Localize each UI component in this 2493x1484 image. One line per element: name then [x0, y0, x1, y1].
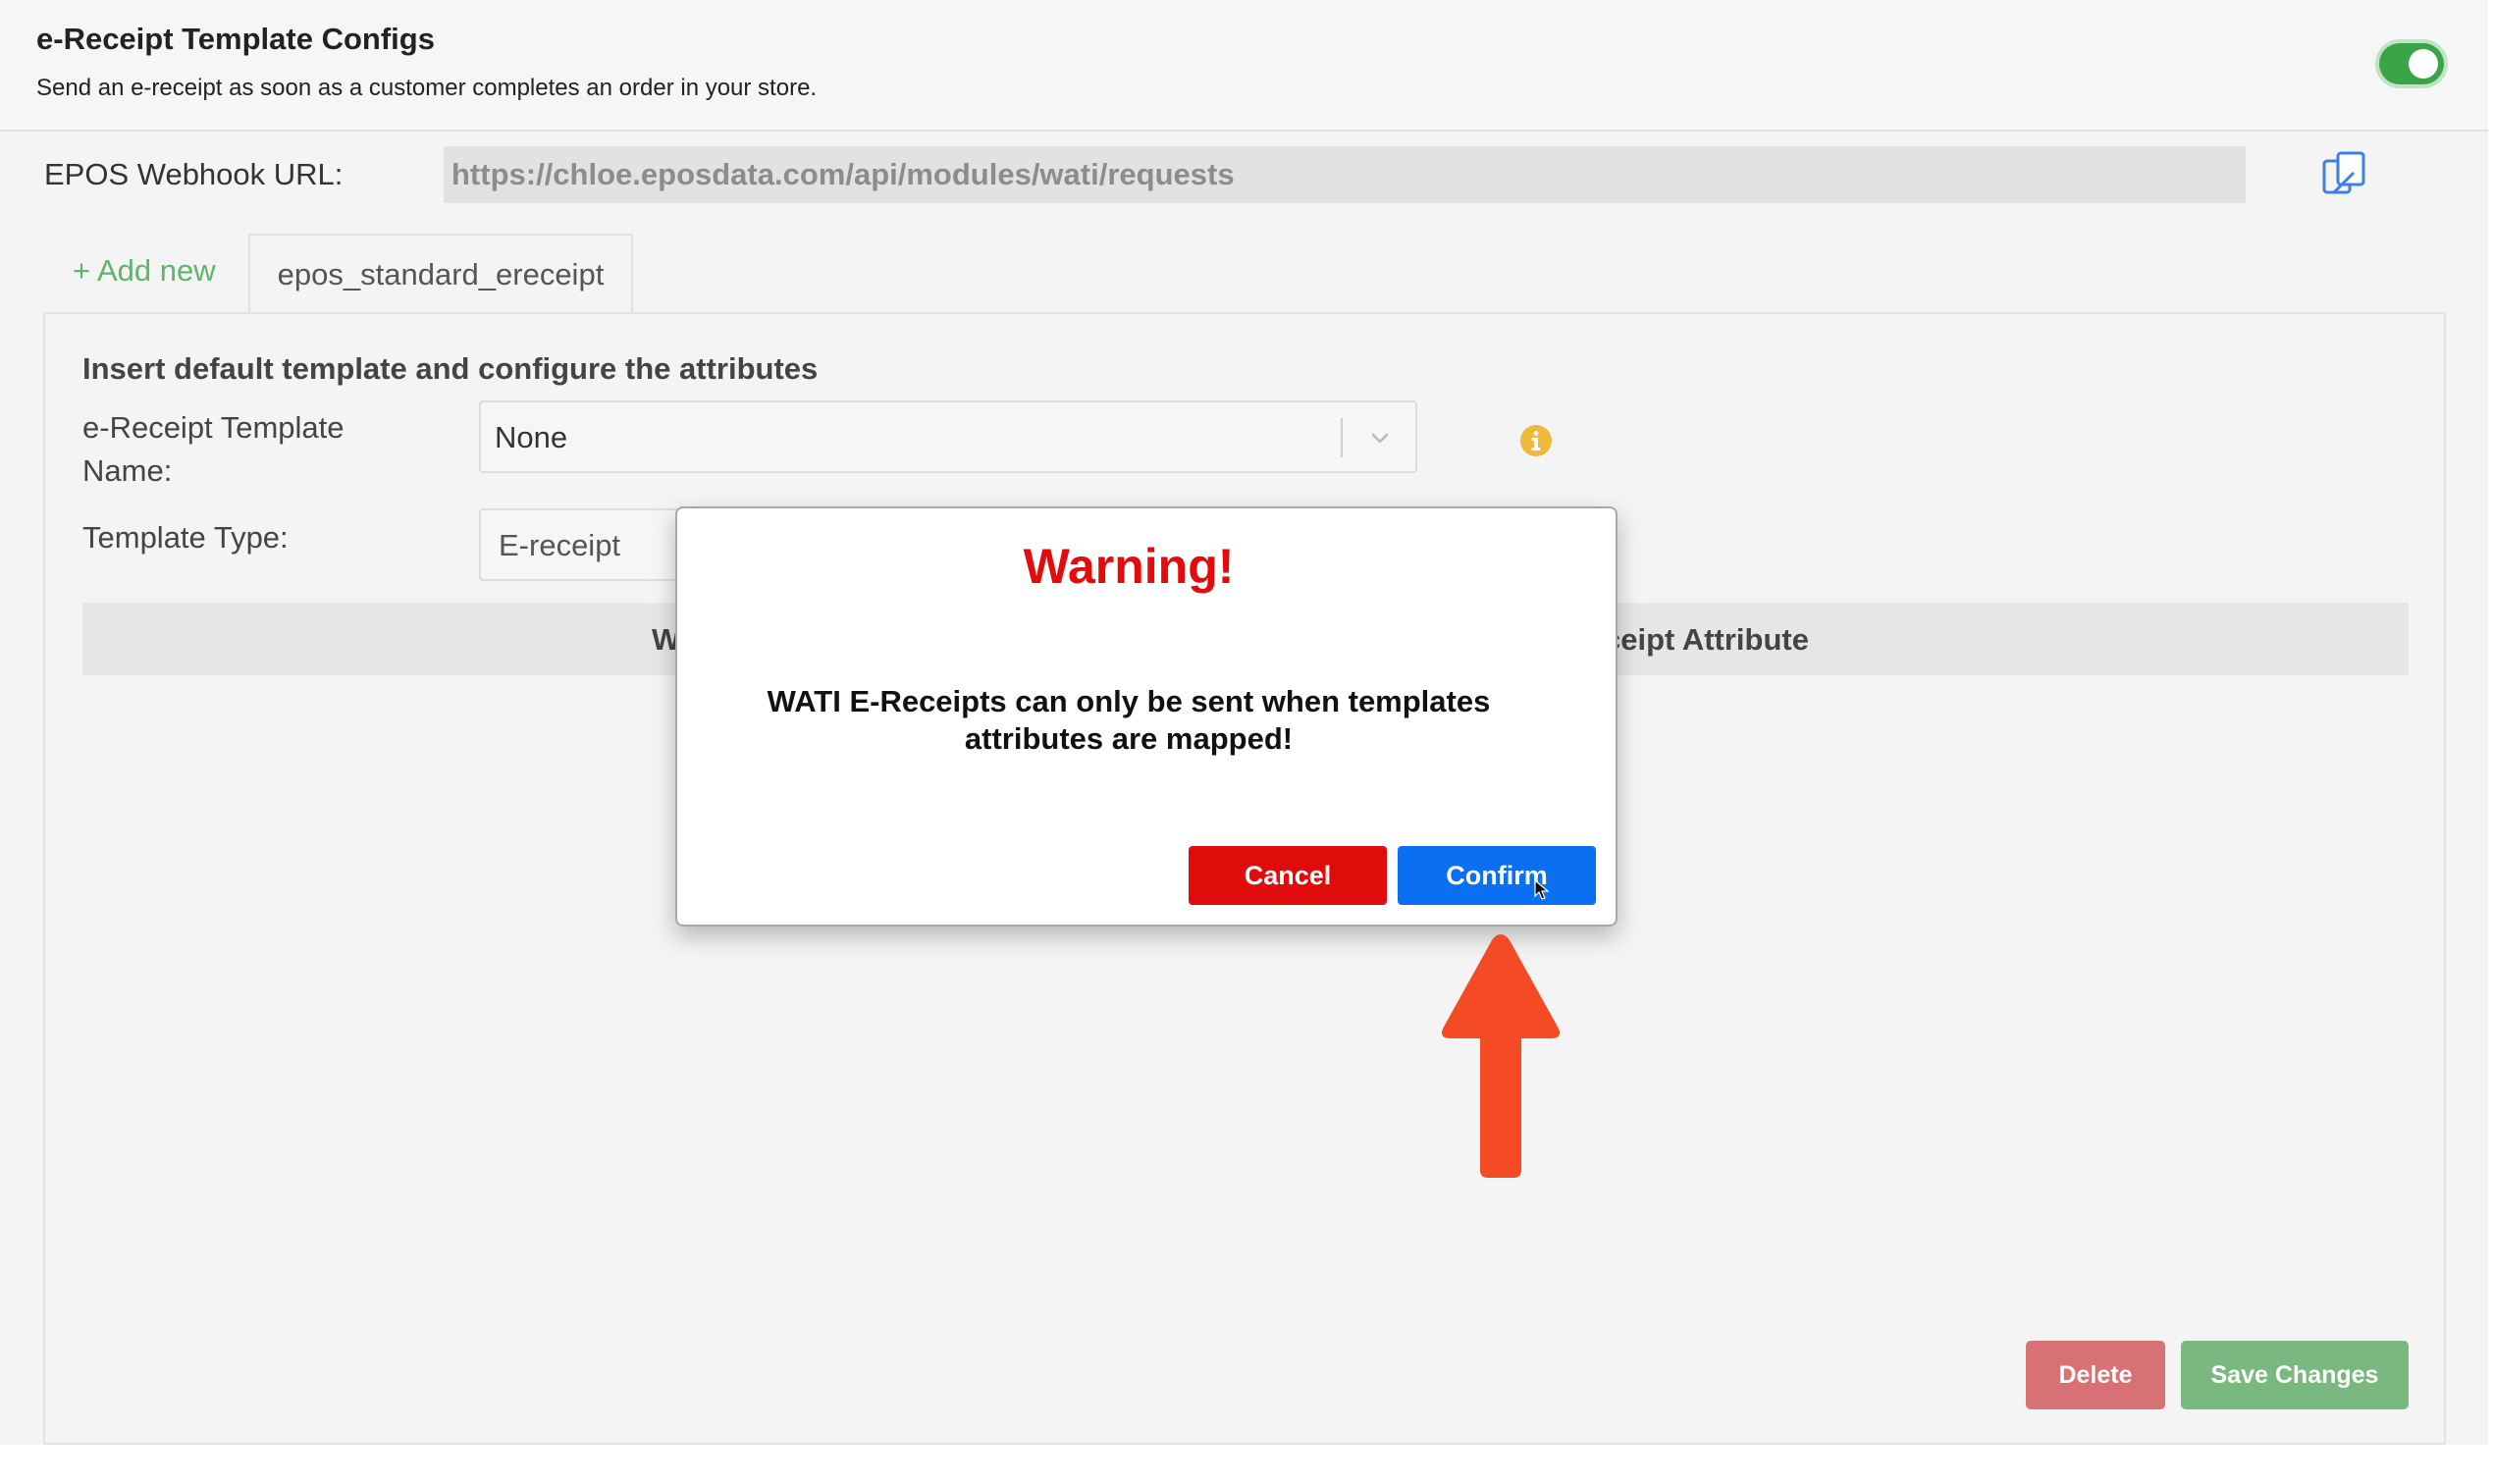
cancel-button[interactable]: Cancel	[1189, 846, 1387, 905]
copy-icon[interactable]	[2320, 149, 2369, 200]
modal-message: WATI E-Receipts can only be sent when te…	[767, 684, 1491, 756]
template-name-label: e-Receipt Template Name:	[82, 410, 345, 488]
ereceipt-toggle[interactable]	[2375, 39, 2448, 88]
webhook-url-field[interactable]: https://chloe.eposdata.com/api/modules/w…	[444, 146, 2246, 203]
toggle-knob	[2409, 49, 2438, 79]
arrow-up-icon	[1442, 934, 1560, 1178]
template-name-value: None	[495, 420, 568, 454]
template-type-value: E-receipt	[499, 528, 621, 562]
page-description: Send an e-receipt as soon as a customer …	[36, 75, 818, 101]
info-icon[interactable]	[1519, 424, 1553, 457]
page-title: e-Receipt Template Configs	[36, 22, 435, 56]
delete-button[interactable]: Delete	[2026, 1341, 2165, 1409]
warning-modal: Warning! WATI E-Receipts can only be sen…	[675, 506, 1618, 927]
mouse-cursor-icon	[1534, 879, 1550, 900]
page: e-Receipt Template Configs Send an e-rec…	[0, 0, 2493, 1484]
confirm-button[interactable]: Confirm	[1398, 846, 1596, 905]
toggle-track	[2379, 43, 2444, 84]
modal-title: Warning!	[1023, 539, 1235, 594]
webhook-label: EPOS Webhook URL:	[44, 157, 344, 191]
save-changes-button[interactable]: Save Changes	[2181, 1341, 2409, 1409]
template-type-label: Template Type:	[82, 520, 289, 555]
table-header-right: ceipt Attribute	[1604, 622, 1809, 657]
header: e-Receipt Template Configs Send an e-rec…	[0, 0, 2488, 132]
add-new-tab[interactable]: + Add new	[73, 253, 216, 289]
chevron-down-icon	[1371, 433, 1389, 444]
panel-heading: Insert default template and configure th…	[82, 351, 819, 386]
tab-epos-standard-ereceipt[interactable]: epos_standard_ereceipt	[248, 234, 633, 314]
template-name-select[interactable]: None	[479, 400, 1417, 473]
select-separator	[1341, 418, 1343, 457]
